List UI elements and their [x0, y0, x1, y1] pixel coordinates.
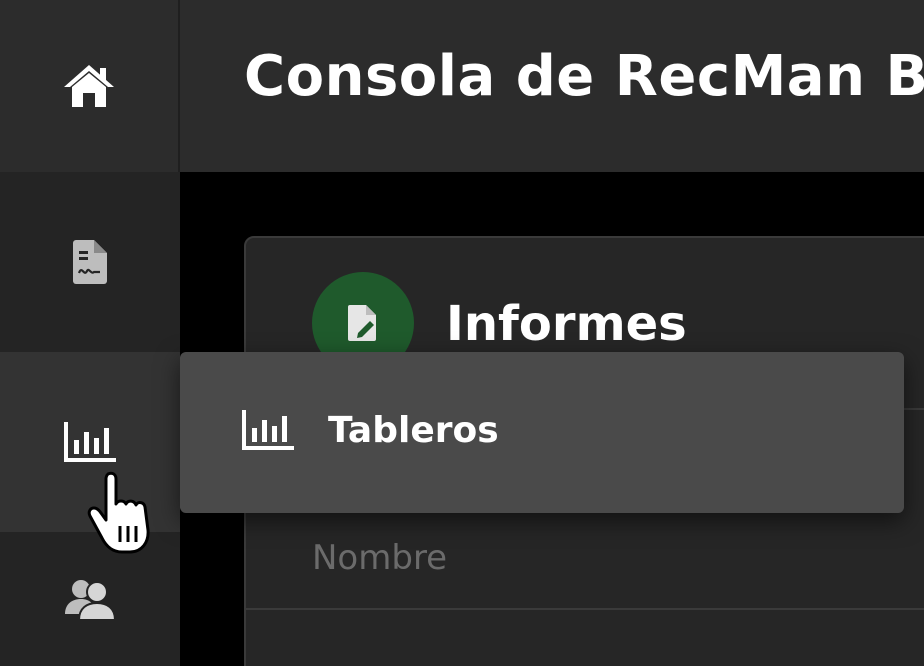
sidebar-item-reports[interactable]: [0, 172, 180, 352]
sidebar-item-home[interactable]: [0, 0, 180, 172]
home-icon: [64, 65, 114, 107]
page-title: Consola de RecMan BI: [244, 44, 924, 109]
sidebar-item-dashboards[interactable]: [0, 352, 180, 532]
bar-chart-icon: [64, 422, 116, 462]
top-header: Consola de RecMan BI: [180, 0, 924, 172]
app-window: Consola de RecMan BI Informes m Nombre: [0, 0, 924, 666]
card-divider: [246, 608, 924, 610]
bar-chart-icon: [242, 410, 294, 450]
column-header-name[interactable]: Nombre: [312, 538, 447, 578]
sidebar-item-users[interactable]: [0, 532, 180, 666]
users-icon: [65, 580, 115, 620]
card-title: Informes: [446, 296, 687, 352]
sidebar: [0, 0, 180, 666]
dashboards-flyout: Tableros: [180, 352, 904, 513]
flyout-item-dashboards[interactable]: Tableros: [180, 352, 904, 513]
edit-document-icon: [348, 305, 376, 341]
flyout-label: Tableros: [328, 410, 499, 451]
signed-document-icon: [73, 240, 107, 284]
